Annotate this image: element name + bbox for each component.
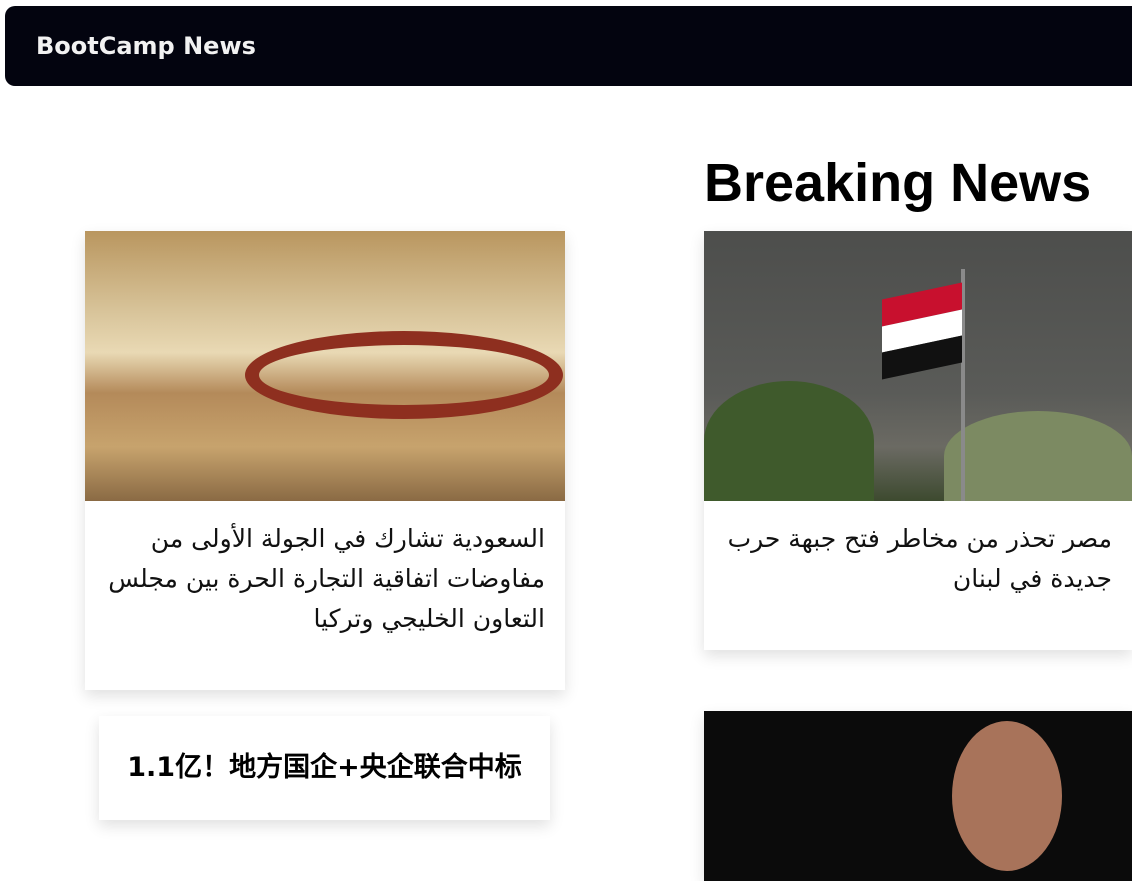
news-card[interactable]: السعودية تشارك في الجولة الأولى من مفاوض… — [85, 231, 565, 690]
article-image — [704, 711, 1132, 881]
page-title: Breaking News — [704, 153, 1092, 213]
news-card[interactable] — [704, 711, 1132, 881]
brand-link[interactable]: BootCamp News — [36, 32, 256, 60]
article-image — [704, 231, 1132, 501]
article-title: السعودية تشارك في الجولة الأولى من مفاوض… — [108, 524, 545, 633]
article-title: مصر تحذر من مخاطر فتح جبهة حرب جديدة في … — [727, 524, 1112, 593]
navbar: BootCamp News — [5, 6, 1132, 86]
article-title: 1.1亿！地方国企+央企联合中标 — [127, 752, 522, 783]
news-card[interactable]: 1.1亿！地方国企+央企联合中标 — [99, 716, 550, 820]
news-card[interactable]: مصر تحذر من مخاطر فتح جبهة حرب جديدة في … — [704, 231, 1132, 650]
article-image — [85, 231, 565, 501]
